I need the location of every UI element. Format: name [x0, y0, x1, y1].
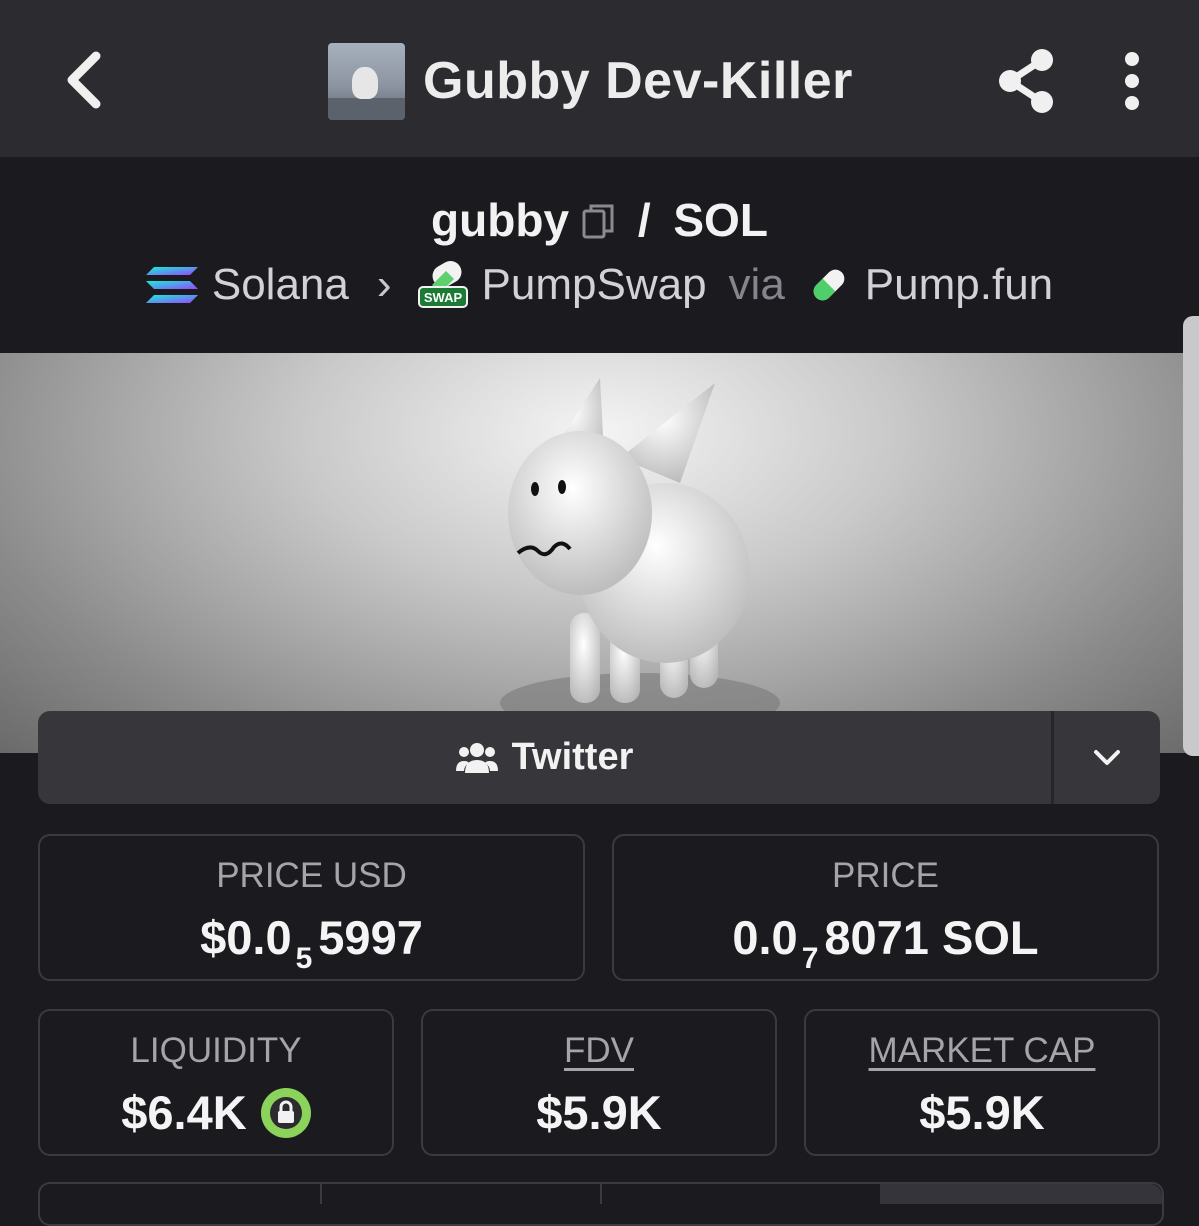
- twitter-button[interactable]: Twitter: [38, 711, 1051, 804]
- fdv-value: $5.9K: [536, 1086, 662, 1139]
- price-native-card: PRICE 0.0 7 8071 SOL: [612, 834, 1159, 981]
- timeframe-tabs: [38, 1182, 1164, 1226]
- back-button[interactable]: [58, 48, 118, 112]
- tab-divider: [600, 1184, 602, 1204]
- via-label: via: [728, 260, 785, 309]
- more-vertical-icon: [1125, 52, 1139, 110]
- price-usd-label: PRICE USD: [216, 856, 407, 895]
- chevron-down-icon: [1094, 749, 1120, 765]
- price-native-value: 0.0 7 8071 SOL: [732, 911, 1039, 975]
- market-cap-card: MARKET CAP $5.9K: [804, 1009, 1160, 1156]
- social-dropdown-button[interactable]: [1054, 711, 1160, 804]
- price-native-label: PRICE: [832, 856, 939, 895]
- fdv-card: FDV $5.9K: [421, 1009, 777, 1156]
- liquidity-card: LIQUIDITY $6.4K: [38, 1009, 394, 1156]
- chain-name[interactable]: Solana: [212, 260, 349, 310]
- liquidity-value-row: $6.4K: [40, 1085, 392, 1142]
- price-usd-card: PRICE USD $0.0 5 5997: [38, 834, 585, 981]
- header-title-group: Gubby Dev-Killer: [328, 42, 853, 120]
- price-usd-value: $0.0 5 5997: [200, 911, 423, 975]
- share-icon: [999, 49, 1053, 113]
- scrollbar-handle[interactable]: [1183, 316, 1199, 756]
- banner-artwork: [500, 378, 780, 733]
- market-cap-value: $5.9K: [919, 1086, 1045, 1139]
- tab-divider: [320, 1184, 322, 1204]
- dex-badge-text: SWAP: [423, 290, 462, 305]
- price-native-zero-count: 7: [801, 942, 819, 975]
- app-header: Gubby Dev-Killer: [0, 0, 1199, 157]
- active-tab[interactable]: [880, 1184, 1162, 1204]
- copy-icon[interactable]: [581, 197, 615, 251]
- dex-name[interactable]: PumpSwap: [482, 260, 707, 310]
- users-icon: [455, 742, 498, 773]
- market-cap-label[interactable]: MARKET CAP: [806, 1031, 1158, 1071]
- token-banner-image: [0, 353, 1199, 753]
- more-options-button[interactable]: [1112, 50, 1152, 112]
- page-title: Gubby Dev-Killer: [423, 52, 853, 110]
- quote-token-symbol: SOL: [673, 194, 768, 246]
- pumpfun-logo-icon[interactable]: [807, 263, 851, 307]
- pair-separator: /: [637, 194, 651, 246]
- chevron-left-icon: [67, 51, 101, 109]
- social-links-bar: Twitter: [38, 711, 1160, 804]
- twitter-label: Twitter: [511, 736, 634, 778]
- liquidity-label: LIQUIDITY: [130, 1031, 302, 1070]
- lock-icon[interactable]: [260, 1087, 311, 1138]
- share-button[interactable]: [994, 46, 1058, 116]
- launchpad-name[interactable]: Pump.fun: [865, 260, 1053, 310]
- pumpswap-logo-icon[interactable]: SWAP: [417, 261, 468, 309]
- pair-name: gubby / SOL: [0, 193, 1199, 251]
- token-avatar[interactable]: [328, 42, 405, 120]
- base-token-symbol: gubby: [431, 194, 570, 246]
- fdv-label[interactable]: FDV: [423, 1031, 775, 1071]
- chain-breadcrumb: Solana › SWAP PumpSwap via Pump.fun: [0, 260, 1199, 310]
- breadcrumb-chevron-icon: ›: [376, 260, 392, 309]
- pair-info: gubby / SOL Solana › SWAP PumpSwap via P…: [0, 157, 1199, 353]
- price-usd-zero-count: 5: [295, 942, 313, 975]
- solana-logo-icon[interactable]: [145, 265, 198, 305]
- liquidity-value: $6.4K: [121, 1086, 247, 1139]
